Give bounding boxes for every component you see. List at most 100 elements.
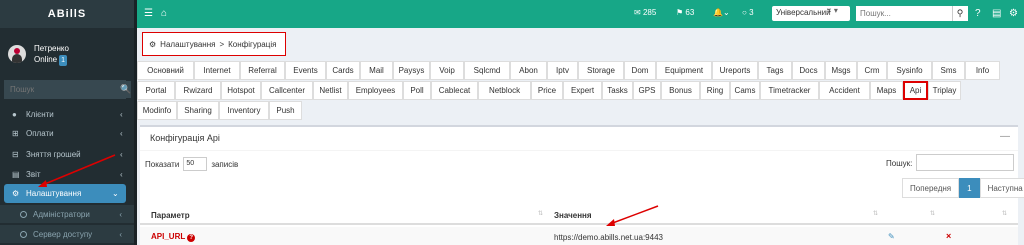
tab-основний[interactable]: Основний bbox=[137, 61, 194, 80]
mail-count: 285 bbox=[642, 8, 657, 17]
tab-push[interactable]: Push bbox=[269, 101, 302, 120]
tab-portal[interactable]: Portal bbox=[137, 81, 175, 100]
tab-maps[interactable]: Maps bbox=[870, 81, 903, 100]
minus-square-icon: ⊟ bbox=[12, 150, 19, 159]
chat-counter[interactable]: ○ 3 bbox=[742, 8, 754, 17]
pencil-icon[interactable]: ✎ bbox=[888, 232, 895, 241]
tab-sqlcmd[interactable]: Sqlcmd bbox=[464, 61, 510, 80]
next-page-button[interactable]: Наступна bbox=[979, 178, 1024, 198]
circle-icon bbox=[20, 210, 27, 218]
help-icon[interactable]: ? bbox=[975, 8, 981, 19]
hamburger-icon[interactable]: ☰ bbox=[144, 8, 153, 19]
table-search-input[interactable] bbox=[916, 154, 1014, 171]
sidebar-item-settings[interactable]: ⚙ Налаштування ⌄ bbox=[4, 184, 126, 203]
bell-icon[interactable]: 🔔⌄ bbox=[713, 8, 730, 17]
sidebar-item-label: Зняття грошей bbox=[26, 150, 81, 159]
sort-icon[interactable]: ⇅ bbox=[538, 210, 543, 217]
sidebar-subitem-admins[interactable]: Адміністратори ‹ bbox=[0, 205, 134, 223]
chevron-left-icon: ‹ bbox=[120, 170, 123, 179]
tab-netlist[interactable]: Netlist bbox=[313, 81, 348, 100]
brand-logo[interactable]: ABillS bbox=[0, 0, 134, 28]
tab-netblock[interactable]: Netblock bbox=[478, 81, 531, 100]
tab-api[interactable]: Api bbox=[903, 81, 928, 100]
flag-counter[interactable]: ⚑ 63 bbox=[676, 8, 694, 17]
tab-voip[interactable]: Voip bbox=[430, 61, 464, 80]
show-suffix: записів bbox=[211, 159, 239, 169]
breadcrumb-root[interactable]: Налаштування bbox=[160, 40, 215, 49]
chevron-down-icon: ⌄ bbox=[112, 189, 119, 198]
tab-msgs[interactable]: Msgs bbox=[825, 61, 857, 80]
sort-icon[interactable]: ⇅ bbox=[1002, 210, 1007, 217]
question-icon[interactable]: ? bbox=[187, 234, 196, 242]
sidebar-item-clients[interactable]: ● Клієнти ‹ bbox=[0, 105, 134, 124]
page-1-button[interactable]: 1 bbox=[959, 178, 980, 198]
tab-sharing[interactable]: Sharing bbox=[177, 101, 219, 120]
tab-ring[interactable]: Ring bbox=[700, 81, 730, 100]
param-name: API_URL bbox=[151, 232, 186, 241]
tab-triplay[interactable]: Triplay bbox=[928, 81, 961, 100]
table-row: API_URL? https://demo.abills.net.ua:9443… bbox=[140, 227, 1018, 245]
sidebar-item-label: Оплати bbox=[26, 129, 54, 138]
tab-gps[interactable]: GPS bbox=[633, 81, 661, 100]
sort-icon[interactable]: ⇅ bbox=[873, 210, 878, 217]
tab-ureports[interactable]: Ureports bbox=[712, 61, 758, 80]
prev-page-button[interactable]: Попередня bbox=[902, 178, 960, 198]
minimize-icon[interactable]: — bbox=[1000, 131, 1010, 142]
tab-accident[interactable]: Accident bbox=[819, 81, 870, 100]
tab-storage[interactable]: Storage bbox=[578, 61, 624, 80]
page-size-select[interactable]: 50 bbox=[183, 157, 208, 171]
sidebar-subitem-access-server[interactable]: Сервер доступу ‹ bbox=[0, 225, 134, 243]
tab-price[interactable]: Price bbox=[531, 81, 563, 100]
sidebar-item-withdraw[interactable]: ⊟ Зняття грошей ‹ bbox=[0, 145, 134, 164]
col-value-header[interactable]: Значення bbox=[554, 211, 592, 220]
sidebar-search-input[interactable] bbox=[5, 81, 120, 98]
tab-docs[interactable]: Docs bbox=[792, 61, 825, 80]
tab-cards[interactable]: Cards bbox=[326, 61, 360, 80]
tab-abon[interactable]: Abon bbox=[510, 61, 547, 80]
sidebar-subitem-label: Сервер доступу bbox=[33, 229, 93, 239]
param-cell[interactable]: API_URL? bbox=[151, 232, 196, 242]
tab-employees[interactable]: Employees bbox=[348, 81, 403, 100]
select-clear-icon[interactable]: × ▾ bbox=[827, 6, 838, 15]
sort-icon[interactable]: ⇅ bbox=[930, 210, 935, 217]
tab-crm[interactable]: Crm bbox=[857, 61, 887, 80]
tab-cams[interactable]: Cams bbox=[730, 81, 760, 100]
bars-icon[interactable]: ▤ bbox=[992, 8, 1001, 19]
col-param-header[interactable]: Параметр bbox=[151, 211, 190, 220]
tab-tasks[interactable]: Tasks bbox=[602, 81, 633, 100]
app-window: ABillS Петренко Online1 🔍 ●Клієнти‹ ⊞Опл… bbox=[0, 0, 1024, 245]
tab-cablecat[interactable]: Cablecat bbox=[431, 81, 478, 100]
tab-events[interactable]: Events bbox=[285, 61, 326, 80]
tab-rwizard[interactable]: Rwizard bbox=[175, 81, 221, 100]
tab-mail[interactable]: Mail bbox=[360, 61, 393, 80]
delete-icon[interactable]: × bbox=[946, 231, 951, 241]
sidebar-item-payments[interactable]: ⊞ Оплати ‹ bbox=[0, 124, 134, 143]
tab-poll[interactable]: Poll bbox=[403, 81, 431, 100]
tab-equipment[interactable]: Equipment bbox=[656, 61, 712, 80]
search-icon[interactable]: ⚲ bbox=[952, 6, 967, 21]
tab-sysinfo[interactable]: Sysinfo bbox=[887, 61, 932, 80]
sidebar-subitem-label: Адміністратори bbox=[33, 209, 90, 219]
tab-info[interactable]: Info bbox=[965, 61, 1000, 80]
tab-referral[interactable]: Referral bbox=[240, 61, 285, 80]
tab-tags[interactable]: Tags bbox=[758, 61, 792, 80]
tab-dom[interactable]: Dom bbox=[624, 61, 656, 80]
sidebar-item-reports[interactable]: ▤ Звіт ‹ bbox=[0, 165, 134, 184]
tab-inventory[interactable]: Inventory bbox=[219, 101, 269, 120]
tab-timetracker[interactable]: Timetracker bbox=[760, 81, 819, 100]
tab-internet[interactable]: Internet bbox=[194, 61, 240, 80]
tab-expert[interactable]: Expert bbox=[563, 81, 602, 100]
tab-sms[interactable]: Sms bbox=[932, 61, 965, 80]
tab-modinfo[interactable]: Modinfo bbox=[137, 101, 177, 120]
search-icon[interactable]: 🔍 bbox=[120, 81, 132, 98]
tab-bonus[interactable]: Bonus bbox=[661, 81, 700, 100]
tab-callcenter[interactable]: Callcenter bbox=[261, 81, 313, 100]
mode-select[interactable]: Універсальний bbox=[772, 6, 850, 21]
mail-counter[interactable]: ✉ 285 bbox=[634, 8, 656, 17]
tab-hotspot[interactable]: Hotspot bbox=[221, 81, 261, 100]
tab-paysys[interactable]: Paysys bbox=[393, 61, 430, 80]
gear-icon[interactable]: ⚙ bbox=[1009, 8, 1018, 19]
home-icon[interactable]: ⌂ bbox=[161, 8, 167, 19]
tab-iptv[interactable]: Iptv bbox=[547, 61, 578, 80]
sidebar: ABillS Петренко Online1 🔍 ● Клієнти ‹ ⊞ Опл… bbox=[0, 0, 134, 245]
